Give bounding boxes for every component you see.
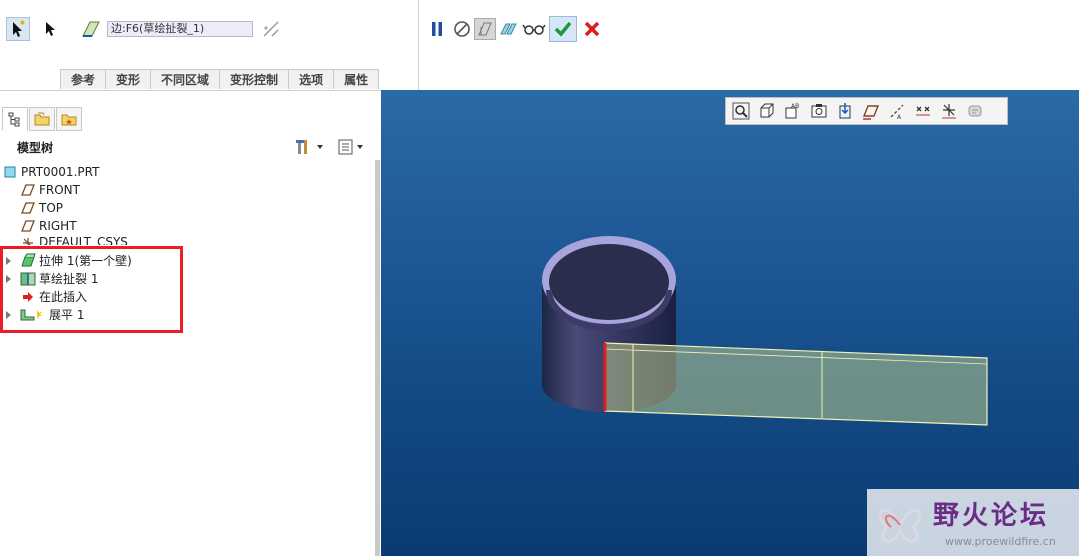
tree-settings-button[interactable] (295, 138, 329, 156)
datum-plane-icon (20, 182, 36, 198)
tab-references[interactable]: 参考 (60, 69, 107, 89)
ribbon-separator (418, 0, 419, 90)
tools-icon (296, 140, 307, 154)
chevron-down-icon (317, 145, 323, 149)
pause-icon[interactable] (427, 19, 447, 39)
pointer-icon[interactable] (38, 17, 62, 41)
cylinder-opening (549, 244, 669, 320)
model-tree-icon (8, 112, 20, 127)
csys-icon (20, 235, 36, 245)
tab-favorites[interactable] (56, 107, 82, 131)
tree-item-right[interactable]: RIGHT (20, 217, 77, 235)
tree-item-label: RIGHT (39, 219, 77, 233)
tree-item-label: FRONT (39, 183, 80, 197)
tree-item-part[interactable]: PRT0001.PRT (2, 163, 99, 181)
verify-glasses-icon[interactable] (522, 19, 546, 39)
confirm-button[interactable] (549, 16, 577, 42)
ribbon: 边:F6(草绘扯裂_1) 参考 变形 不同区域 变形控制 选项 属性 (0, 0, 1079, 90)
annotation-highlight-box (0, 246, 183, 333)
part-icon (2, 164, 18, 180)
folder-icon (34, 112, 50, 126)
datum-plane-icon (20, 200, 36, 216)
edge-reference-icon (80, 18, 102, 40)
flattened-sheet (604, 342, 988, 426)
list-icon (338, 139, 353, 155)
watermark-url: www.proewildfire.cn (945, 535, 1056, 548)
datum-plane-icon (20, 218, 36, 234)
tab-different-regions[interactable]: 不同区域 (150, 69, 221, 89)
no-preview-icon[interactable] (452, 19, 472, 39)
forum-watermark: 野火论坛 www.proewildfire.cn (867, 489, 1079, 556)
attached-preview-icon[interactable] (498, 19, 518, 39)
cancel-button[interactable] (581, 18, 603, 40)
navigator-panel: 模型树 PRT0001.PRT FRONT TOP RIGHT DEFAULT_… (0, 90, 381, 556)
separate-preview-icon[interactable] (474, 18, 496, 40)
watermark-title: 野火论坛 (933, 501, 1050, 531)
model-tree-title: 模型树 (17, 141, 54, 155)
tab-options[interactable]: 选项 (288, 69, 335, 89)
checkmark-icon (554, 21, 572, 37)
tab-model-tree[interactable] (2, 107, 28, 131)
show-options-button[interactable] (337, 138, 371, 156)
tab-properties[interactable]: 属性 (333, 69, 380, 89)
smart-select-icon[interactable] (6, 17, 30, 41)
tree-item-front[interactable]: FRONT (20, 181, 80, 199)
tab-deform-control[interactable]: 变形控制 (219, 69, 290, 89)
close-icon (584, 21, 600, 37)
butterfly-logo-icon (878, 508, 922, 543)
tree-item-label: PRT0001.PRT (21, 165, 100, 179)
tree-item-default-csys[interactable]: DEFAULT_CSYS (20, 235, 128, 245)
sheetmetal-model[interactable] (381, 90, 1079, 556)
ribbon-tabs: 参考 变形 不同区域 变形控制 选项 属性 (60, 69, 380, 89)
vertical-scrollbar[interactable] (375, 160, 380, 556)
flip-direction-icon[interactable] (262, 20, 280, 38)
tree-item-label: TOP (39, 201, 64, 215)
tab-folder-browser[interactable] (29, 107, 55, 131)
tree-item-label: DEFAULT_CSYS (39, 235, 128, 245)
favorites-folder-icon (61, 114, 77, 126)
tree-item-top[interactable]: TOP (20, 199, 63, 217)
edge-reference-field[interactable]: 边:F6(草绘扯裂_1) (107, 21, 253, 37)
graphics-viewport[interactable]: AB A 野火论坛 www.proewildfire.cn (381, 90, 1079, 556)
tab-deform[interactable]: 变形 (105, 69, 152, 89)
chevron-down-icon (357, 145, 363, 149)
